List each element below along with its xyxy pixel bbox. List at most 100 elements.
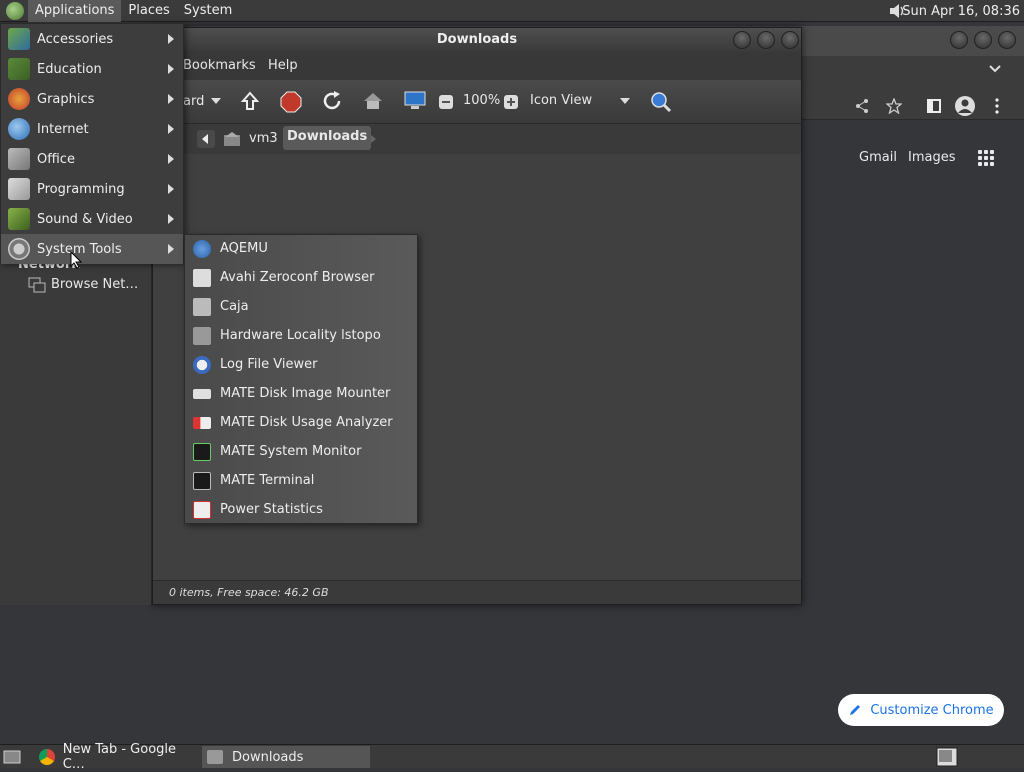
menu-item-education[interactable]: Education (1, 54, 183, 84)
chrome-minimize-button[interactable] (950, 31, 968, 49)
taskbar: New Tab - Google C… Downloads (0, 742, 1024, 772)
submenu-arrow-icon (168, 244, 174, 254)
view-mode-select[interactable]: Icon View (530, 93, 592, 108)
up-arrow-icon[interactable] (239, 90, 261, 112)
sidebar-item-browse-network[interactable]: Browse Net… (51, 277, 138, 292)
applications-dropdown: Accessories Education Graphics Internet … (0, 23, 184, 264)
submenu-arrow-icon (168, 124, 174, 134)
menu-item-label: Accessories (37, 31, 114, 47)
workspace-switcher-icon[interactable] (936, 747, 958, 767)
menu-item-internet[interactable]: Internet (1, 114, 183, 144)
hardware-icon (193, 326, 211, 345)
help-menu[interactable]: Help (268, 58, 298, 73)
caja-close-button[interactable] (781, 31, 799, 49)
submenu-item-avahi[interactable]: Avahi Zeroconf Browser (185, 263, 417, 292)
menu-item-label: Graphics (37, 91, 95, 107)
submenu-arrow-icon (168, 184, 174, 194)
submenu-item-disk-usage[interactable]: MATE Disk Usage Analyzer (185, 408, 417, 437)
submenu-item-system-monitor[interactable]: MATE System Monitor (185, 437, 417, 466)
path-home-folder-icon (224, 132, 240, 146)
side-panel-icon[interactable] (926, 98, 942, 114)
accessories-icon (8, 28, 30, 50)
submenu-item-label: Caja (220, 299, 249, 314)
menu-item-graphics[interactable]: Graphics (1, 84, 183, 114)
stop-icon[interactable] (280, 91, 302, 113)
caja-toolbar: ard 100% Icon View (153, 80, 801, 124)
submenu-item-power-stats[interactable]: Power Statistics (185, 495, 417, 524)
taskbar-item-downloads[interactable]: Downloads (202, 746, 370, 768)
home-icon[interactable] (362, 91, 384, 111)
submenu-item-hwloc[interactable]: Hardware Locality lstopo (185, 321, 417, 350)
menu-item-office[interactable]: Office (1, 144, 183, 174)
mate-logo-icon[interactable] (6, 1, 24, 20)
avahi-icon (193, 268, 211, 287)
taskbar-item-chrome[interactable]: New Tab - Google C… (34, 742, 200, 772)
submenu-item-caja[interactable]: Caja (185, 292, 417, 321)
images-link[interactable]: Images (908, 150, 956, 165)
status-bar: 0 items, Free space: 46.2 GB (153, 580, 801, 604)
more-menu-icon[interactable] (994, 98, 1000, 114)
submenu-item-label: Log File Viewer (220, 357, 318, 372)
reload-icon[interactable] (321, 90, 343, 112)
google-apps-icon[interactable] (978, 150, 994, 166)
submenu-item-label: Power Statistics (220, 502, 323, 517)
submenu-item-terminal[interactable]: MATE Terminal (185, 466, 417, 495)
disk-mounter-icon (193, 388, 211, 399)
system-menu[interactable]: System (177, 0, 239, 22)
bookmark-star-icon[interactable] (886, 98, 902, 114)
terminal-icon (193, 471, 211, 490)
zoom-out-icon[interactable] (438, 94, 454, 110)
taskbar-item-label: Downloads (232, 749, 304, 765)
system-tools-icon (8, 238, 30, 260)
zoom-level: 100% (463, 93, 501, 108)
chevron-down-icon[interactable] (988, 64, 1002, 74)
caja-menubar: Bookmarks Help (153, 52, 801, 80)
applications-menu[interactable]: Applications (28, 0, 122, 22)
forward-button-label[interactable]: ard (183, 94, 204, 109)
path-segment-vm3[interactable]: vm3 (249, 131, 278, 146)
submenu-arrow-icon (168, 64, 174, 74)
mouse-cursor-icon (70, 251, 82, 269)
bookmarks-menu[interactable]: Bookmarks (183, 58, 256, 73)
menu-item-label: Sound & Video (37, 211, 133, 227)
internet-icon (8, 118, 30, 140)
network-icon (28, 277, 46, 293)
submenu-item-label: MATE Terminal (220, 473, 315, 488)
sound-video-icon (8, 208, 30, 230)
submenu-arrow-icon (168, 94, 174, 104)
forward-dropdown-icon[interactable] (211, 98, 221, 104)
caja-minimize-button[interactable] (733, 31, 751, 49)
submenu-item-log-viewer[interactable]: Log File Viewer (185, 350, 417, 379)
programming-icon (8, 178, 30, 200)
chrome-maximize-button[interactable] (974, 31, 992, 49)
folder-icon (207, 750, 223, 764)
gmail-link[interactable]: Gmail (859, 150, 897, 165)
submenu-item-aqemu[interactable]: AQEMU (185, 234, 417, 263)
menu-item-label: Education (37, 61, 102, 77)
customize-chrome-button[interactable]: Customize Chrome (838, 694, 1004, 726)
view-dropdown-icon[interactable] (620, 98, 630, 104)
profile-avatar-icon[interactable] (954, 95, 976, 117)
zoom-in-icon[interactable] (503, 94, 519, 110)
clock[interactable]: Sun Apr 16, 08:36 (902, 0, 1020, 22)
submenu-arrow-icon (168, 214, 174, 224)
menu-item-accessories[interactable]: Accessories (1, 24, 183, 54)
menu-item-sound-video[interactable]: Sound & Video (1, 204, 183, 234)
menu-item-system-tools[interactable]: System Tools (1, 234, 183, 264)
menu-item-programming[interactable]: Programming (1, 174, 183, 204)
submenu-item-disk-mounter[interactable]: MATE Disk Image Mounter (185, 379, 417, 408)
submenu-arrow-icon (168, 34, 174, 44)
share-icon[interactable] (854, 98, 870, 114)
customize-chrome-label: Customize Chrome (870, 702, 994, 718)
path-forward-icon[interactable] (369, 132, 377, 146)
places-menu[interactable]: Places (121, 0, 176, 22)
path-segment-downloads[interactable]: Downloads (283, 126, 372, 150)
caja-maximize-button[interactable] (757, 31, 775, 49)
search-icon[interactable] (650, 91, 672, 113)
show-desktop-icon[interactable] (3, 748, 21, 764)
chrome-close-button[interactable] (998, 31, 1016, 49)
computer-icon[interactable] (403, 91, 427, 111)
path-back-icon[interactable] (197, 130, 215, 148)
submenu-item-label: MATE System Monitor (220, 444, 362, 459)
submenu-arrow-icon (168, 154, 174, 164)
